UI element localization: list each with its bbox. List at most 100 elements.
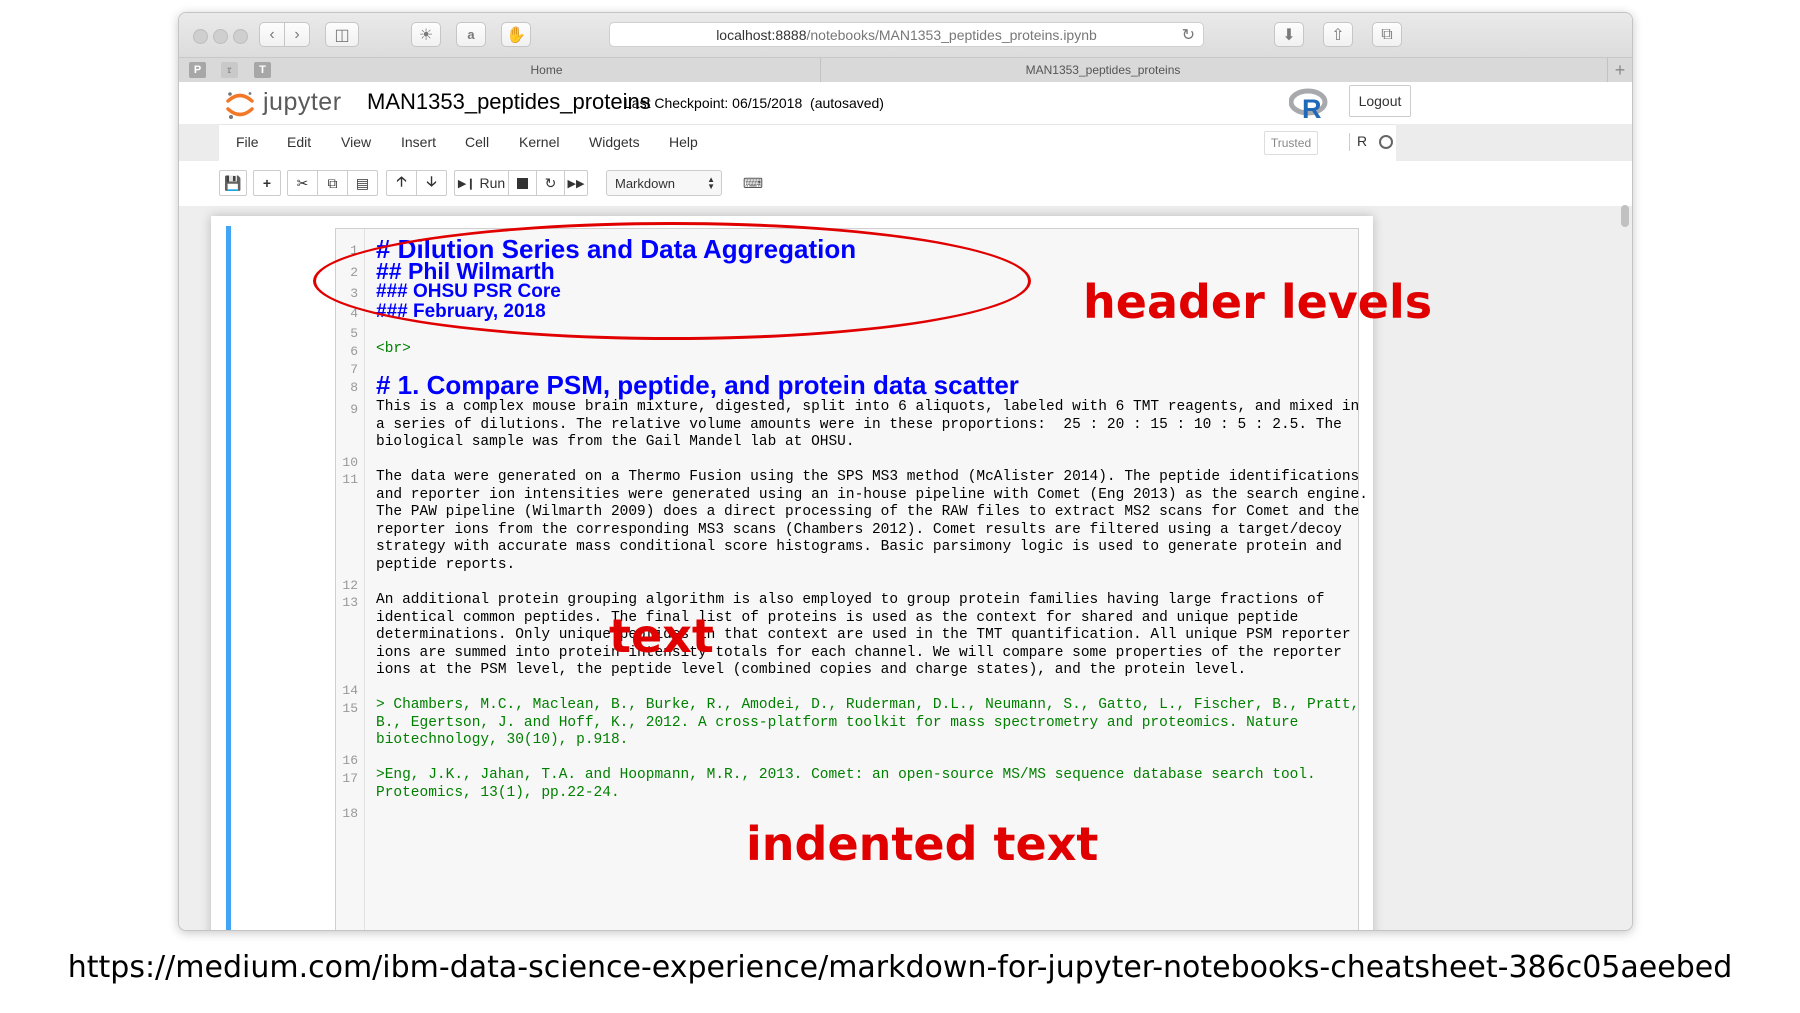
- text-line: ions are summed into protein intensity t…: [376, 645, 1342, 661]
- text-line: a series of dilutions. The relative volu…: [376, 417, 1342, 433]
- share-icon: ⇧: [1331, 26, 1345, 44]
- extension-button[interactable]: ☀: [411, 22, 441, 47]
- text-line: This is a complex mouse brain mixture, d…: [376, 399, 1360, 415]
- menu-widgets[interactable]: Widgets: [589, 134, 640, 150]
- cut-button[interactable]: ✂: [287, 170, 318, 196]
- cell-type-select[interactable]: Markdown ▲ ▼: [606, 170, 722, 196]
- browser-window: ‹ › ◫ ☀ a ✋ localhost:8888/notebooks/MAN…: [178, 12, 1633, 931]
- reload-icon[interactable]: ↻: [1182, 25, 1195, 45]
- favorite-nyt-icon[interactable]: 𝔯: [221, 62, 238, 78]
- tab-home[interactable]: Home: [273, 58, 820, 82]
- tab-notebook[interactable]: MAN1353_peptides_proteins: [820, 58, 1385, 82]
- header-levels-annotation: header levels: [1083, 275, 1433, 329]
- blockquote-line: > Chambers, M.C., Maclean, B., Burke, R.…: [376, 697, 1360, 713]
- cell-type-value: Markdown: [615, 175, 675, 191]
- line-number: 9: [350, 402, 358, 417]
- address-bar[interactable]: localhost:8888/notebooks/MAN1353_peptide…: [609, 22, 1204, 47]
- menu-view[interactable]: View: [341, 134, 371, 150]
- checkpoint-text: Last Checkpoint: 06/15/2018: [624, 95, 803, 111]
- command-palette-button[interactable]: ⌨: [739, 170, 767, 196]
- menu-cell[interactable]: Cell: [465, 134, 489, 150]
- back-button[interactable]: ‹: [259, 22, 285, 47]
- line-number: 6: [350, 344, 358, 359]
- line-number: 13: [342, 595, 358, 610]
- favorite-p[interactable]: P: [189, 62, 206, 78]
- line-number: 8: [350, 380, 358, 395]
- checkpoint-status: Last Checkpoint: 06/15/2018 (autosaved): [624, 95, 884, 111]
- jupyter-logo-text: jupyter: [263, 88, 342, 116]
- move-down-button[interactable]: 🡣: [416, 170, 447, 196]
- blockquote-line: B., Egertson, J. and Hoff, K., 2012. A c…: [376, 715, 1299, 731]
- chevron-right-icon: ›: [294, 25, 300, 43]
- minimize-window-button[interactable]: [213, 29, 228, 44]
- downloads-button[interactable]: ⬇: [1274, 22, 1304, 47]
- page-scrollbar[interactable]: [1621, 205, 1629, 227]
- text-line: strategy with accurate mass conditional …: [376, 539, 1342, 555]
- line-number: 15: [342, 701, 358, 716]
- download-icon: ⬇: [1282, 26, 1296, 44]
- menu-file[interactable]: File: [236, 134, 259, 150]
- text-line: peptide reports.: [376, 557, 516, 573]
- line-number: 14: [342, 683, 358, 698]
- kernel-name: R: [1357, 133, 1368, 149]
- fast-forward-icon: ▶▶: [567, 177, 585, 190]
- text-line: determinations. Only unique peptides in …: [376, 627, 1351, 643]
- r-kernel-logo-icon: R: [1289, 88, 1328, 121]
- kernel-idle-icon: [1379, 135, 1393, 149]
- sidebar-button[interactable]: ◫: [325, 22, 359, 47]
- text-line: The data were generated on a Thermo Fusi…: [376, 469, 1360, 485]
- favorite-t[interactable]: T: [254, 62, 271, 78]
- line-number: 10: [342, 455, 358, 470]
- tabs-icon: ⧉: [1381, 25, 1393, 43]
- amazon-extension-button[interactable]: a: [456, 22, 486, 47]
- menu-kernel[interactable]: Kernel: [519, 134, 559, 150]
- step-forward-icon: ▶❙: [457, 177, 476, 190]
- interrupt-button[interactable]: [508, 170, 537, 196]
- line-number: 12: [342, 578, 358, 593]
- run-button[interactable]: ▶❙ Run: [454, 170, 509, 196]
- hand-icon: ✋: [506, 26, 526, 44]
- sidebar-icon: ◫: [334, 26, 350, 44]
- paste-button[interactable]: ▤: [347, 170, 378, 196]
- notebook-name[interactable]: MAN1353_peptides_proteins: [367, 89, 651, 115]
- restart-button[interactable]: ↻: [536, 170, 565, 196]
- menu-insert[interactable]: Insert: [401, 134, 436, 150]
- menu-divider: [1349, 133, 1350, 151]
- restart-run-all-button[interactable]: ▶▶: [564, 170, 588, 196]
- line-number: 7: [350, 362, 358, 377]
- tab-bar: P 𝔯 T Home MAN1353_peptides_proteins +: [179, 57, 1632, 83]
- forward-button[interactable]: ›: [284, 22, 310, 47]
- zoom-window-button[interactable]: [233, 29, 248, 44]
- move-up-button[interactable]: 🡡: [386, 170, 417, 196]
- text-line: identical common peptides. The final lis…: [376, 610, 1299, 626]
- save-button[interactable]: 💾: [219, 170, 247, 196]
- selected-cell-indicator: [226, 226, 231, 930]
- url-host: localhost:8888: [716, 26, 807, 43]
- indented-text-annotation: indented text: [746, 817, 1099, 871]
- text-line: and reporter ion intensities were genera…: [376, 487, 1368, 503]
- menu-edit[interactable]: Edit: [287, 134, 311, 150]
- hand-extension-button[interactable]: ✋: [501, 22, 531, 47]
- keyboard-icon: ⌨: [742, 174, 764, 191]
- trusted-indicator[interactable]: Trusted: [1264, 131, 1318, 155]
- text-line: An additional protein grouping algorithm…: [376, 592, 1325, 608]
- sun-icon: ☀: [418, 26, 434, 44]
- plus-icon: +: [262, 175, 272, 191]
- line-number: 5: [350, 326, 358, 341]
- blockquote-line: Proteomics, 13(1), pp.22-24.: [376, 785, 620, 801]
- text-line: reporter ions from the corresponding MS3…: [376, 522, 1342, 538]
- insert-cell-button[interactable]: +: [253, 170, 281, 196]
- new-tab-button[interactable]: +: [1607, 58, 1632, 82]
- menu-help[interactable]: Help: [669, 134, 698, 150]
- share-button[interactable]: ⇧: [1323, 22, 1353, 47]
- jupyter-logo-icon: [226, 92, 254, 119]
- line-number-gutter: 1 2 3 4 5 6 7 8 9 10 11 12 13 14 15 16 1: [336, 229, 365, 930]
- copy-button[interactable]: ⧉: [317, 170, 348, 196]
- tabs-overview-button[interactable]: ⧉: [1372, 22, 1402, 47]
- arrow-up-icon: 🡡: [396, 173, 407, 189]
- text-annotation: text: [609, 609, 714, 663]
- stop-icon: [517, 177, 528, 189]
- logout-button[interactable]: Logout: [1349, 85, 1411, 117]
- markdown-h1-line: # 1. Compare PSM, peptide, and protein d…: [376, 370, 1019, 400]
- close-window-button[interactable]: [193, 29, 208, 44]
